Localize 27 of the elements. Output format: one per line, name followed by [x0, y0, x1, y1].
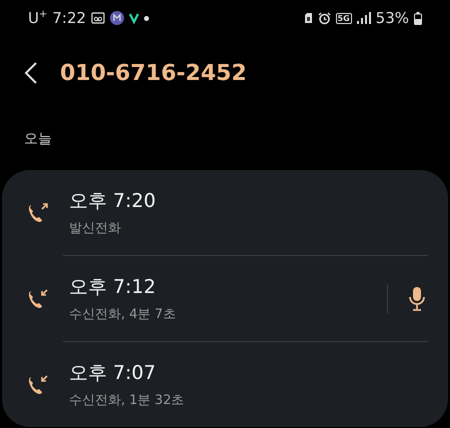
call-time: 오후 7:20 [69, 189, 156, 214]
call-detail: 발신전화 [69, 220, 121, 237]
sim-card-icon [304, 12, 313, 24]
call-detail: 수신전화, 4분 7초 [69, 306, 176, 323]
call-detail: 수신전화, 1분 32초 [69, 392, 184, 409]
notification-dot-icon [144, 16, 150, 20]
voicemail-icon [91, 12, 106, 24]
call-time: 오후 7:12 [69, 275, 156, 300]
call-log-item[interactable]: 오후 7:20 발신전화 [27, 170, 428, 255]
app-icon [110, 11, 124, 25]
network-type-label: 5G [336, 12, 352, 24]
outgoing-call-icon [27, 202, 49, 224]
battery-icon [414, 12, 422, 24]
call-time: 오후 7:07 [69, 361, 156, 386]
incoming-call-icon [27, 288, 49, 310]
carrier-label: U$^{+}$ [28, 9, 48, 27]
alarm-clock-icon [318, 12, 331, 24]
call-log-item[interactable]: 오후 7:07 수신전화, 1분 32초 [27, 342, 428, 427]
call-log-item[interactable]: 오후 7:12 수신전화, 4분 7초 [27, 256, 428, 341]
phone-number-title: 010-6716-2452 [60, 60, 247, 86]
battery-percent: 53% [376, 9, 409, 27]
clock-time: 7:22 [52, 9, 86, 27]
section-label: 오늘 [24, 130, 52, 148]
incoming-call-icon [27, 374, 49, 396]
signal-strength-icon [356, 12, 371, 24]
recording-button[interactable] [408, 286, 426, 312]
v-check-icon [129, 12, 140, 24]
